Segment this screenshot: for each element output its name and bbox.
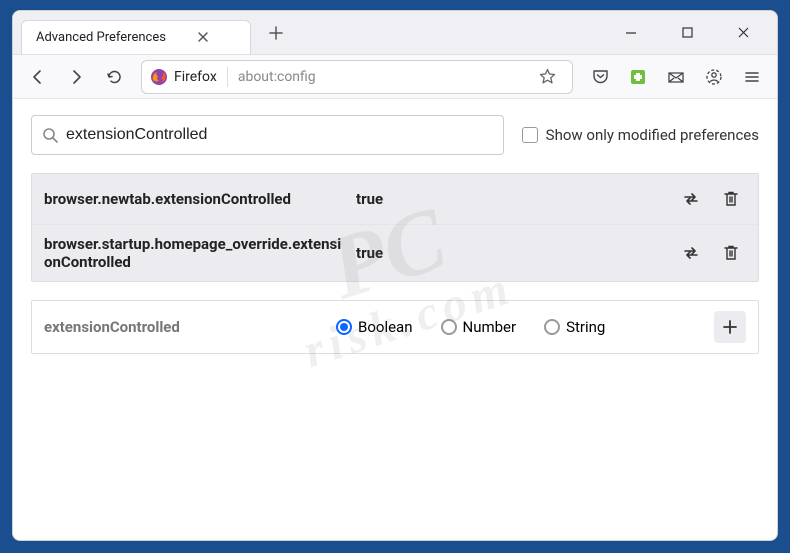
table-row[interactable]: browser.startup.homepage_override.extens… xyxy=(32,225,758,281)
maximize-button[interactable] xyxy=(669,18,705,48)
tab-title: Advanced Preferences xyxy=(36,30,166,45)
radio-icon xyxy=(336,319,352,335)
navigation-toolbar: Firefox about:config xyxy=(13,55,777,99)
url-bar[interactable]: Firefox about:config xyxy=(141,60,573,94)
delete-icon[interactable] xyxy=(716,184,746,214)
show-modified-checkbox-wrap[interactable]: Show only modified preferences xyxy=(522,126,759,144)
search-row: Show only modified preferences xyxy=(31,115,759,155)
delete-icon[interactable] xyxy=(716,238,746,268)
radio-label: Boolean xyxy=(358,318,413,336)
pref-name: browser.newtab.extensionControlled xyxy=(44,190,344,208)
pref-value: true xyxy=(356,190,664,208)
table-row[interactable]: browser.newtab.extensionControlled true xyxy=(32,174,758,225)
back-button[interactable] xyxy=(21,60,55,94)
close-window-button[interactable] xyxy=(725,18,761,48)
radio-boolean[interactable]: Boolean xyxy=(336,318,413,336)
preferences-table: browser.newtab.extensionControlled true … xyxy=(31,173,759,282)
show-modified-label: Show only modified preferences xyxy=(546,126,759,144)
extension-icon[interactable] xyxy=(621,60,655,94)
radio-label: String xyxy=(566,318,605,336)
url-text: about:config xyxy=(238,69,316,85)
identity-label: Firefox xyxy=(174,69,217,85)
menu-button[interactable] xyxy=(735,60,769,94)
checkbox[interactable] xyxy=(522,127,538,143)
about-config-content: Show only modified preferences browser.n… xyxy=(13,99,777,540)
search-input[interactable] xyxy=(66,126,493,144)
mail-icon[interactable] xyxy=(659,60,693,94)
radio-icon xyxy=(441,319,457,335)
tab-advanced-preferences[interactable]: Advanced Preferences xyxy=(21,20,251,54)
divider xyxy=(227,67,228,87)
add-button[interactable] xyxy=(714,311,746,343)
toggle-icon[interactable] xyxy=(676,238,706,268)
reload-button[interactable] xyxy=(97,60,131,94)
minimize-button[interactable] xyxy=(613,18,649,48)
add-pref-name: extensionControlled xyxy=(44,318,324,336)
search-box[interactable] xyxy=(31,115,504,155)
radio-label: Number xyxy=(463,318,517,336)
type-radio-group: Boolean Number String xyxy=(336,318,702,336)
account-icon[interactable] xyxy=(697,60,731,94)
pref-value: true xyxy=(356,244,664,262)
bookmark-star-icon[interactable] xyxy=(530,60,564,94)
search-icon xyxy=(42,127,58,143)
radio-icon xyxy=(544,319,560,335)
forward-button[interactable] xyxy=(59,60,93,94)
new-tab-button[interactable] xyxy=(261,18,291,48)
titlebar: Advanced Preferences xyxy=(13,11,777,55)
toggle-icon[interactable] xyxy=(676,184,706,214)
radio-string[interactable]: String xyxy=(544,318,605,336)
window-controls xyxy=(613,18,761,48)
add-preference-row: extensionControlled Boolean Number Strin… xyxy=(31,300,759,354)
pocket-icon[interactable] xyxy=(583,60,617,94)
browser-window: Advanced Preferences xyxy=(12,10,778,541)
pref-name: browser.startup.homepage_override.extens… xyxy=(44,235,344,271)
close-icon[interactable] xyxy=(194,28,212,46)
firefox-icon xyxy=(150,68,168,86)
radio-number[interactable]: Number xyxy=(441,318,517,336)
